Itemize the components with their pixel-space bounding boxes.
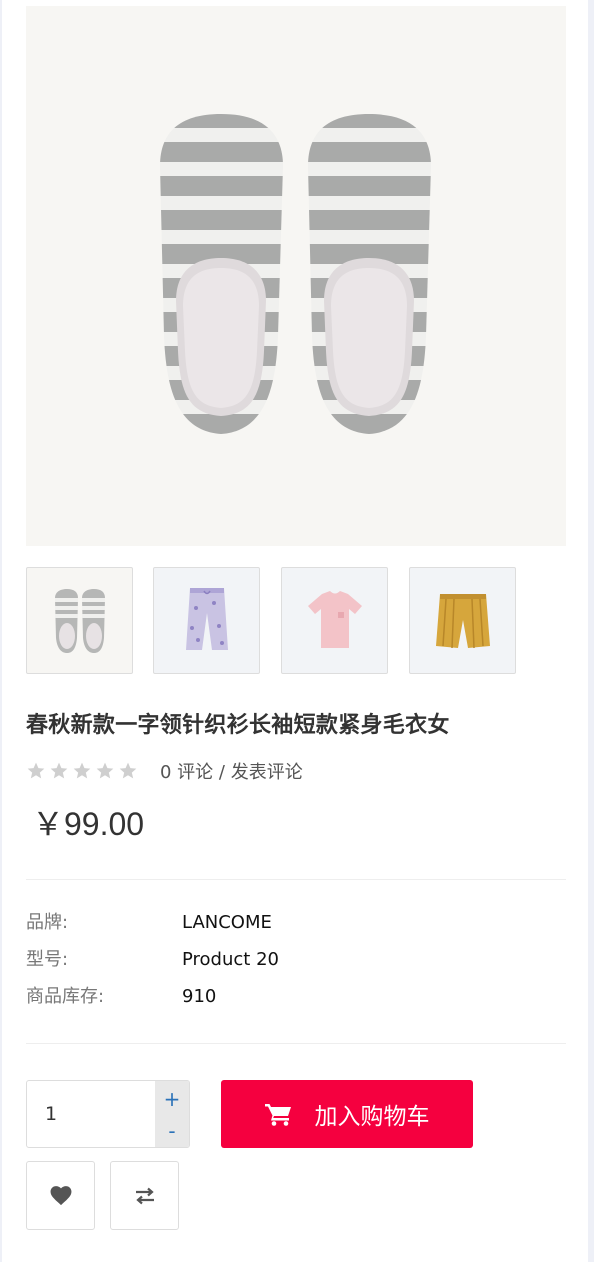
star-rating <box>26 761 138 781</box>
stepper-buttons: + - <box>155 1081 189 1147</box>
compare-button[interactable] <box>110 1161 179 1230</box>
star-empty-icon <box>96 762 114 779</box>
quantity-input[interactable] <box>27 1081 155 1147</box>
compare-arrows-icon <box>135 1187 154 1204</box>
printed-pajama-pants-thumbnail <box>186 588 228 650</box>
review-links: 0 评论 / 发表评论 <box>160 758 303 784</box>
heart-icon <box>50 1185 71 1205</box>
product-title: 春秋新款一字领针织衫长袖短款紧身毛衣女 <box>26 713 450 738</box>
rating-row: 0 评论 / 发表评论 <box>26 759 303 783</box>
spec-label: 型号: <box>26 949 69 970</box>
add-to-cart-button[interactable]: 加入购物车 <box>221 1080 473 1148</box>
star-empty-icon <box>73 762 91 779</box>
wishlist-button[interactable] <box>26 1161 95 1230</box>
quantity-increase-button[interactable]: + <box>155 1083 189 1116</box>
pink-tshirt-thumbnail <box>308 591 362 648</box>
slippers-thumbnail <box>55 589 105 653</box>
spec-label: 品牌: <box>26 912 69 933</box>
spec-row-model: 型号: Product 20 <box>26 947 566 973</box>
yellow-striped-shorts-thumbnail <box>436 594 490 649</box>
thumbnail-slippers[interactable] <box>26 567 133 674</box>
review-separator: / <box>218 762 225 783</box>
product-page: 春秋新款一字领针织衫长袖短款紧身毛衣女 0 评论 / 发表评论 ￥99.00 品… <box>2 0 588 1262</box>
review-count-link[interactable]: 0 评论 <box>160 762 213 783</box>
star-empty-icon <box>50 762 68 779</box>
divider <box>26 1043 566 1044</box>
spec-value: Product 20 <box>182 949 279 970</box>
divider <box>26 879 566 880</box>
shopping-cart-icon <box>264 1104 291 1126</box>
spec-value: LANCOME <box>182 912 272 933</box>
spec-row-brand: 品牌: LANCOME <box>26 910 566 936</box>
main-product-image[interactable] <box>26 6 566 546</box>
quantity-stepper: + - <box>26 1080 190 1148</box>
quantity-decrease-button[interactable]: - <box>155 1115 189 1147</box>
star-empty-icon <box>27 762 45 779</box>
striped-slippers-image <box>26 6 566 546</box>
spec-row-stock: 商品库存: 910 <box>26 984 566 1010</box>
add-to-cart-label: 加入购物车 <box>314 1103 430 1129</box>
thumbnail-pajama-pants[interactable] <box>153 567 260 674</box>
star-empty-icon <box>119 762 137 779</box>
spec-label: 商品库存: <box>26 986 105 1007</box>
write-review-link[interactable]: 发表评论 <box>231 762 303 783</box>
product-price: ￥99.00 <box>32 806 145 842</box>
spec-value: 910 <box>182 986 217 1007</box>
thumbnail-shorts[interactable] <box>409 567 516 674</box>
thumbnail-tshirt[interactable] <box>281 567 388 674</box>
